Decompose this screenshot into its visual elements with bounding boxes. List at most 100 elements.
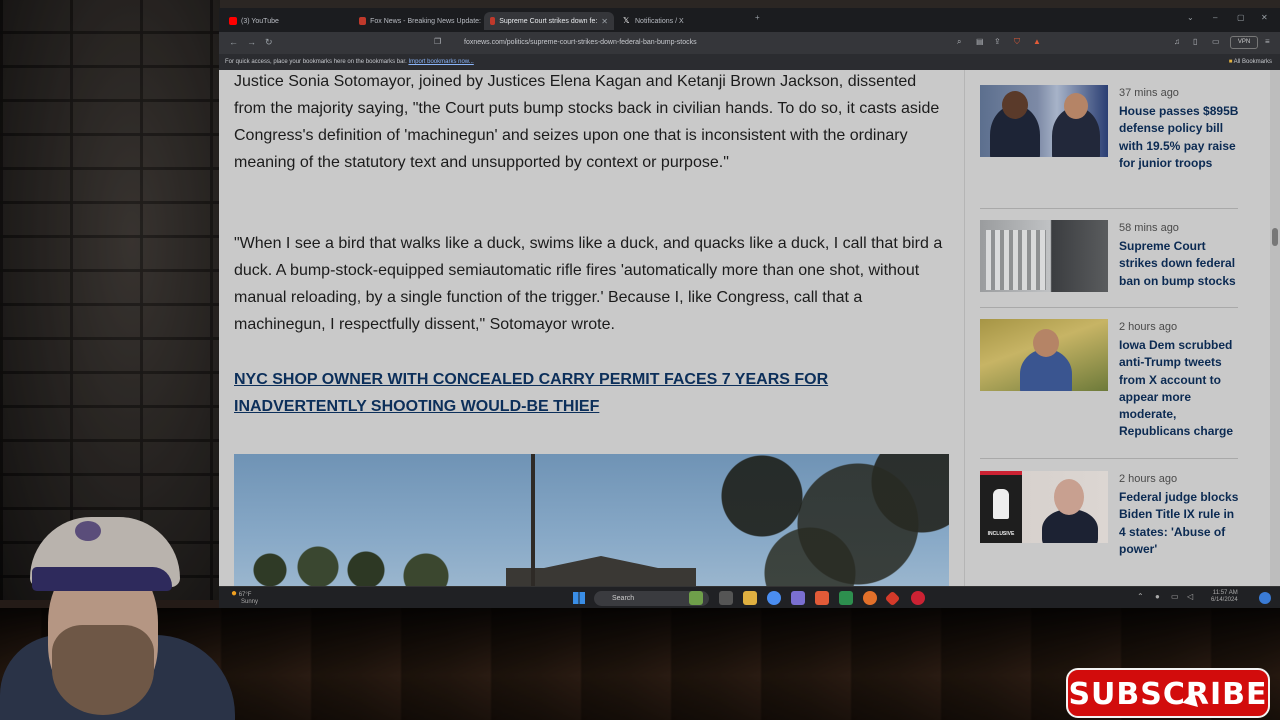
bookmark-icon[interactable]: ❐ bbox=[434, 37, 441, 46]
tab-bar: (3) YouTube Fox News - Breaking News Upd… bbox=[219, 8, 1280, 32]
tab-supreme-court[interactable]: Supreme Court strikes down fe: ✕ bbox=[484, 12, 614, 30]
brave-shield-icon[interactable]: ⛉ bbox=[1014, 37, 1020, 47]
tab-notifications-x[interactable]: 𝕏 Notifications / X bbox=[617, 12, 745, 30]
task-view-icon[interactable] bbox=[719, 591, 733, 605]
sign-label: INCLUSIVE bbox=[987, 531, 1015, 537]
folder-icon: ■ bbox=[1228, 59, 1233, 65]
new-tab-icon[interactable]: + bbox=[755, 13, 760, 22]
sidebar-story[interactable]: 2 hours ago Iowa Dem scrubbed anti-Trump… bbox=[980, 319, 1240, 459]
sidebar-icon[interactable]: ▯ bbox=[1193, 37, 1197, 46]
search-highlight-icon[interactable] bbox=[689, 591, 703, 605]
media-icon[interactable]: ♫ bbox=[1174, 37, 1180, 46]
search-label: Search bbox=[612, 595, 635, 602]
story-separator bbox=[980, 208, 1238, 209]
story-headline[interactable]: House passes $895B defense policy bill w… bbox=[1119, 103, 1241, 172]
article-paragraph: "When I see a bird that walks like a duc… bbox=[234, 235, 943, 333]
close-window-icon[interactable]: ✕ bbox=[1261, 13, 1268, 22]
trees-right bbox=[634, 454, 949, 586]
browser-toolbar: ← → ↻ ❐ foxnews.com/politics/supreme-cou… bbox=[219, 32, 1280, 54]
close-tab-icon[interactable]: ✕ bbox=[601, 17, 608, 26]
story-thumbnail[interactable] bbox=[980, 220, 1108, 292]
obs-icon[interactable] bbox=[863, 591, 877, 605]
share-icon[interactable]: ⇪ bbox=[994, 37, 1001, 46]
story-thumbnail[interactable] bbox=[980, 319, 1108, 391]
mic-icon[interactable]: ● bbox=[1155, 592, 1160, 601]
vpn-label: VPN bbox=[1237, 39, 1251, 45]
story-time: 2 hours ago bbox=[1119, 321, 1178, 333]
copilot-icon[interactable] bbox=[1259, 592, 1271, 604]
restroom-icon bbox=[993, 489, 1009, 519]
volume-icon[interactable]: ◁ bbox=[1187, 592, 1193, 601]
webcam-overlay bbox=[0, 515, 240, 720]
bookmarks-bar: For quick access, place your bookmarks h… bbox=[219, 54, 1280, 70]
story-headline[interactable]: Iowa Dem scrubbed anti-Trump tweets from… bbox=[1119, 337, 1241, 441]
story-time: 2 hours ago bbox=[1119, 473, 1178, 485]
face-shape bbox=[1064, 93, 1088, 119]
wallet-icon[interactable]: ▭ bbox=[1212, 37, 1220, 46]
app-icon[interactable] bbox=[791, 591, 805, 605]
import-bookmarks-link[interactable]: Import bookmarks now... bbox=[408, 59, 473, 65]
article-hero-image bbox=[234, 454, 949, 586]
sidebar-story[interactable]: 58 mins ago Supreme Court strikes down f… bbox=[980, 220, 1240, 310]
windows-start-icon[interactable] bbox=[573, 592, 585, 604]
youtube-icon bbox=[229, 17, 237, 25]
x-logo-icon: 𝕏 bbox=[623, 16, 630, 25]
story-headline[interactable]: Supreme Court strikes down federal ban o… bbox=[1119, 238, 1241, 290]
stream-scene: (3) YouTube Fox News - Breaking News Upd… bbox=[0, 0, 1280, 720]
url-text: foxnews.com/politics/supreme-court-strik… bbox=[464, 39, 697, 46]
stone-wall-background bbox=[0, 0, 220, 600]
taskbar-clock[interactable]: 11:57 AM 6/14/2024 bbox=[1211, 590, 1238, 604]
cap-brim-shape bbox=[32, 567, 172, 591]
maximize-icon[interactable]: ▢ bbox=[1237, 13, 1245, 22]
address-bar[interactable]: foxnews.com/politics/supreme-court-strik… bbox=[444, 35, 1044, 51]
sidebar-story[interactable]: 37 mins ago House passes $895B defense p… bbox=[980, 85, 1241, 209]
reader-icon[interactable]: ▤ bbox=[976, 37, 984, 46]
vpn-button[interactable]: VPN bbox=[1230, 36, 1258, 49]
story-separator bbox=[980, 458, 1238, 459]
page-scrollbar[interactable] bbox=[1270, 70, 1280, 586]
file-explorer-icon[interactable] bbox=[743, 591, 757, 605]
brave-icon[interactable] bbox=[815, 591, 829, 605]
diamond-app-icon[interactable] bbox=[884, 590, 901, 607]
all-bookmarks-button[interactable]: ■ All Bookmarks bbox=[1229, 54, 1272, 70]
menu-icon[interactable]: ≡ bbox=[1265, 37, 1270, 46]
fox-news-icon bbox=[490, 17, 496, 25]
bookmarks-hint: For quick access, place your bookmarks h… bbox=[225, 59, 407, 65]
scrollbar-thumb[interactable] bbox=[1272, 228, 1278, 246]
chevron-up-icon[interactable]: ⌃ bbox=[1137, 592, 1144, 601]
rewards-icon[interactable]: ▲ bbox=[1033, 37, 1041, 46]
tab-label: (3) YouTube bbox=[241, 17, 279, 25]
windows-taskbar: ● 67°F Sunny Search ⌃ ● ▭ ◁ 11:57 AM 6/1… bbox=[219, 586, 1280, 608]
sidebar-story[interactable]: INCLUSIVE 2 hours ago Federal judge bloc… bbox=[980, 471, 1240, 571]
zoom-icon[interactable]: ⌕ bbox=[957, 37, 961, 47]
forward-icon[interactable]: → bbox=[247, 37, 256, 47]
back-icon[interactable]: ← bbox=[229, 37, 238, 47]
face-shape bbox=[1033, 329, 1059, 357]
subscribe-label: SUBSCRIBE bbox=[1068, 677, 1268, 712]
record-icon[interactable] bbox=[911, 591, 925, 605]
article-paragraph: Justice Sonia Sotomayor, joined by Justi… bbox=[234, 73, 940, 171]
web-page: Justice Sonia Sotomayor, joined by Justi… bbox=[219, 70, 1280, 586]
tab-fox-news[interactable]: Fox News - Breaking News Update: bbox=[353, 12, 481, 30]
xbox-icon[interactable] bbox=[839, 591, 853, 605]
related-article-link[interactable]: NYC SHOP OWNER WITH CONCEALED CARRY PERM… bbox=[234, 366, 952, 420]
chrome-icon[interactable] bbox=[767, 591, 781, 605]
tab-label: Notifications / X bbox=[635, 17, 684, 25]
subscribe-button[interactable]: SUBSCRIBE bbox=[1066, 668, 1270, 718]
minimize-icon[interactable]: – bbox=[1213, 13, 1217, 22]
face-shape bbox=[1002, 91, 1028, 119]
trees-left bbox=[234, 534, 474, 586]
column-divider bbox=[964, 70, 965, 586]
story-thumbnail[interactable] bbox=[980, 85, 1108, 157]
story-time: 37 mins ago bbox=[1119, 87, 1179, 99]
inclusive-sign: INCLUSIVE bbox=[980, 471, 1022, 543]
story-headline[interactable]: Federal judge blocks Biden Title IX rule… bbox=[1119, 489, 1241, 558]
cap-logo-icon bbox=[75, 521, 101, 541]
network-icon[interactable]: ▭ bbox=[1171, 592, 1179, 601]
reload-icon[interactable]: ↻ bbox=[265, 37, 273, 48]
browser-window: (3) YouTube Fox News - Breaking News Upd… bbox=[219, 8, 1280, 608]
tab-youtube[interactable]: (3) YouTube bbox=[223, 12, 351, 30]
tab-label: Supreme Court strikes down fe: bbox=[499, 17, 598, 25]
story-thumbnail[interactable]: INCLUSIVE bbox=[980, 471, 1108, 543]
chevron-down-icon[interactable]: ⌄ bbox=[1187, 13, 1194, 22]
